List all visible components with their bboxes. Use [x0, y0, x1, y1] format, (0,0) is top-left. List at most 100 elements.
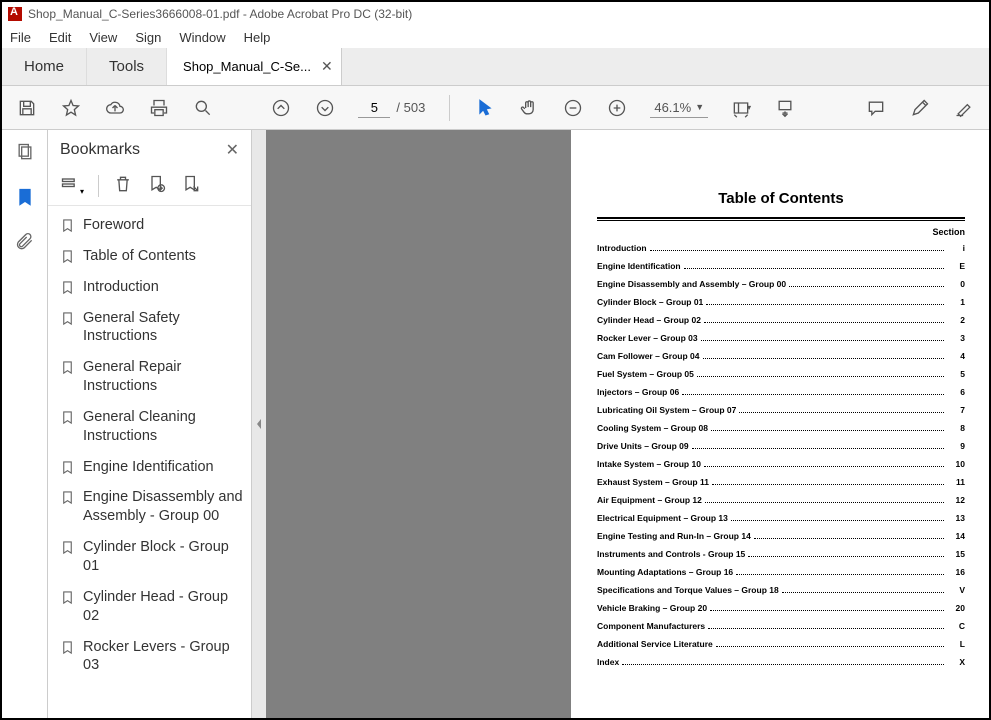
toc-entry-name: Mounting Adaptations – Group 16: [597, 567, 733, 577]
toc-row: Cam Follower – Group 044: [597, 351, 965, 361]
toc-row: Cylinder Block – Group 011: [597, 297, 965, 307]
toc-entry-section: V: [947, 585, 965, 595]
bookmark-item[interactable]: Foreword: [56, 210, 249, 241]
toc-entry-section: 9: [947, 441, 965, 451]
bookmark-item[interactable]: General Repair Instructions: [56, 352, 249, 402]
bookmark-label: General Cleaning Instructions: [83, 408, 245, 446]
menu-file[interactable]: File: [10, 30, 31, 45]
zoom-out-icon[interactable]: [562, 97, 584, 119]
toc-entry-section: 8: [947, 423, 965, 433]
toc-entry-name: Air Equipment – Group 12: [597, 495, 702, 505]
bookmark-item[interactable]: General Cleaning Instructions: [56, 402, 249, 452]
cloud-upload-icon[interactable]: [104, 97, 126, 119]
thumbnails-icon[interactable]: [15, 142, 35, 165]
toc-entry-name: Fuel System – Group 05: [597, 369, 694, 379]
zoom-level[interactable]: 46.1% ▼: [650, 98, 708, 118]
toc-row: Drive Units – Group 099: [597, 441, 965, 451]
toc-entry-section: i: [947, 243, 965, 253]
collapse-handle[interactable]: [252, 130, 266, 718]
page-up-icon[interactable]: [270, 97, 292, 119]
toc-row: Lubricating Oil System – Group 077: [597, 405, 965, 415]
expand-bookmark-icon[interactable]: [181, 174, 201, 197]
menu-sign[interactable]: Sign: [135, 30, 161, 45]
attachment-icon[interactable]: [15, 232, 35, 255]
options-icon[interactable]: ▾: [60, 174, 84, 197]
toc-row: Vehicle Braking – Group 2020: [597, 603, 965, 613]
highlight-icon[interactable]: [953, 97, 975, 119]
toc-entry-name: Cam Follower – Group 04: [597, 351, 700, 361]
close-panel-icon[interactable]: ✕: [226, 140, 239, 160]
toc-entry-section: 6: [947, 387, 965, 397]
toc-row: Injectors – Group 066: [597, 387, 965, 397]
bookmark-label: General Repair Instructions: [83, 358, 245, 396]
bookmark-label: Cylinder Head - Group 02: [83, 588, 245, 626]
comment-icon[interactable]: [865, 97, 887, 119]
panel-title: Bookmarks: [60, 141, 140, 159]
toc-row: Cooling System – Group 08 8: [597, 423, 965, 433]
page-current-input[interactable]: [358, 98, 390, 118]
toc-row: Specifications and Torque Values – Group…: [597, 585, 965, 595]
toc-entry-section: 13: [947, 513, 965, 523]
panel-tools: ▾: [48, 170, 251, 206]
toc-row: Instruments and Controls - Group 1515: [597, 549, 965, 559]
print-icon[interactable]: [148, 97, 170, 119]
menu-help[interactable]: Help: [244, 30, 271, 45]
tab-home[interactable]: Home: [2, 48, 87, 85]
toc-entry-name: Introduction: [597, 243, 647, 253]
star-icon[interactable]: [60, 97, 82, 119]
toc-title: Table of Contents: [597, 190, 965, 207]
save-icon[interactable]: [16, 97, 38, 119]
window-title: Shop_Manual_C-Series3666008-01.pdf - Ado…: [28, 7, 412, 21]
toc-row: Intake System – Group 1010: [597, 459, 965, 469]
toc-entry-name: Component Manufacturers: [597, 621, 705, 631]
bookmark-item[interactable]: General Safety Instructions: [56, 303, 249, 353]
close-icon[interactable]: ✕: [321, 58, 333, 75]
page-down-icon[interactable]: [314, 97, 336, 119]
bookmark-item[interactable]: Cylinder Head - Group 02: [56, 582, 249, 632]
hand-icon[interactable]: [518, 97, 540, 119]
search-icon[interactable]: [192, 97, 214, 119]
bookmark-item[interactable]: Introduction: [56, 272, 249, 303]
new-bookmark-icon[interactable]: [147, 174, 167, 197]
bookmark-item[interactable]: Table of Contents: [56, 241, 249, 272]
bookmarks-list[interactable]: ForewordTable of Contents Introduction Gen…: [48, 206, 251, 718]
bookmark-item[interactable]: Engine Identification: [56, 452, 249, 483]
window-titlebar: Shop_Manual_C-Series3666008-01.pdf - Ado…: [2, 2, 989, 26]
toc-row: IndexX: [597, 657, 965, 667]
tab-tools[interactable]: Tools: [87, 48, 167, 85]
tab-document[interactable]: Shop_Manual_C-Se... ✕: [167, 48, 342, 85]
bookmark-item[interactable]: Engine Disassembly and Assembly - Group …: [56, 482, 249, 532]
toc-entry-section: X: [947, 657, 965, 667]
scroll-mode-icon[interactable]: [774, 97, 796, 119]
delete-icon[interactable]: [113, 174, 133, 197]
fit-width-icon[interactable]: ▾: [730, 97, 752, 119]
toc-entry-name: Cooling System – Group 08: [597, 423, 708, 433]
bookmark-label: Engine Disassembly and Assembly - Group …: [83, 488, 245, 526]
bookmark-item[interactable]: Cylinder Block - Group 01: [56, 532, 249, 582]
toc-entry-name: Specifications and Torque Values – Group…: [597, 585, 779, 595]
bookmark-label: Introduction: [83, 278, 159, 297]
toc-entry-section: 15: [947, 549, 965, 559]
toc-row: Cylinder Head – Group 022: [597, 315, 965, 325]
toc-entry-section: 0: [947, 279, 965, 289]
bookmark-icon[interactable]: [15, 187, 35, 210]
document-viewport[interactable]: Table of Contents Section Introduction i E…: [266, 130, 989, 718]
toc-entry-section: 16: [947, 567, 965, 577]
menu-view[interactable]: View: [89, 30, 117, 45]
menu-window[interactable]: Window: [179, 30, 225, 45]
toc-entry-name: Vehicle Braking – Group 20: [597, 603, 707, 613]
toc-row: Rocker Lever – Group 033: [597, 333, 965, 343]
zoom-in-icon[interactable]: [606, 97, 628, 119]
menu-edit[interactable]: Edit: [49, 30, 71, 45]
toc-section-header: Section: [597, 227, 965, 237]
toc-entry-name: Engine Testing and Run-In – Group 14: [597, 531, 751, 541]
pencil-icon[interactable]: [909, 97, 931, 119]
toc-entry-name: Intake System – Group 10: [597, 459, 701, 469]
bookmark-item[interactable]: Rocker Levers - Group 03: [56, 632, 249, 682]
toc-entry-section: 1: [947, 297, 965, 307]
toc-entry-section: 2: [947, 315, 965, 325]
toc-entry-section: 12: [947, 495, 965, 505]
pdf-page: Table of Contents Section Introduction i E…: [571, 130, 989, 718]
toc-entry-section: 11: [947, 477, 965, 487]
pointer-icon[interactable]: [474, 97, 496, 119]
